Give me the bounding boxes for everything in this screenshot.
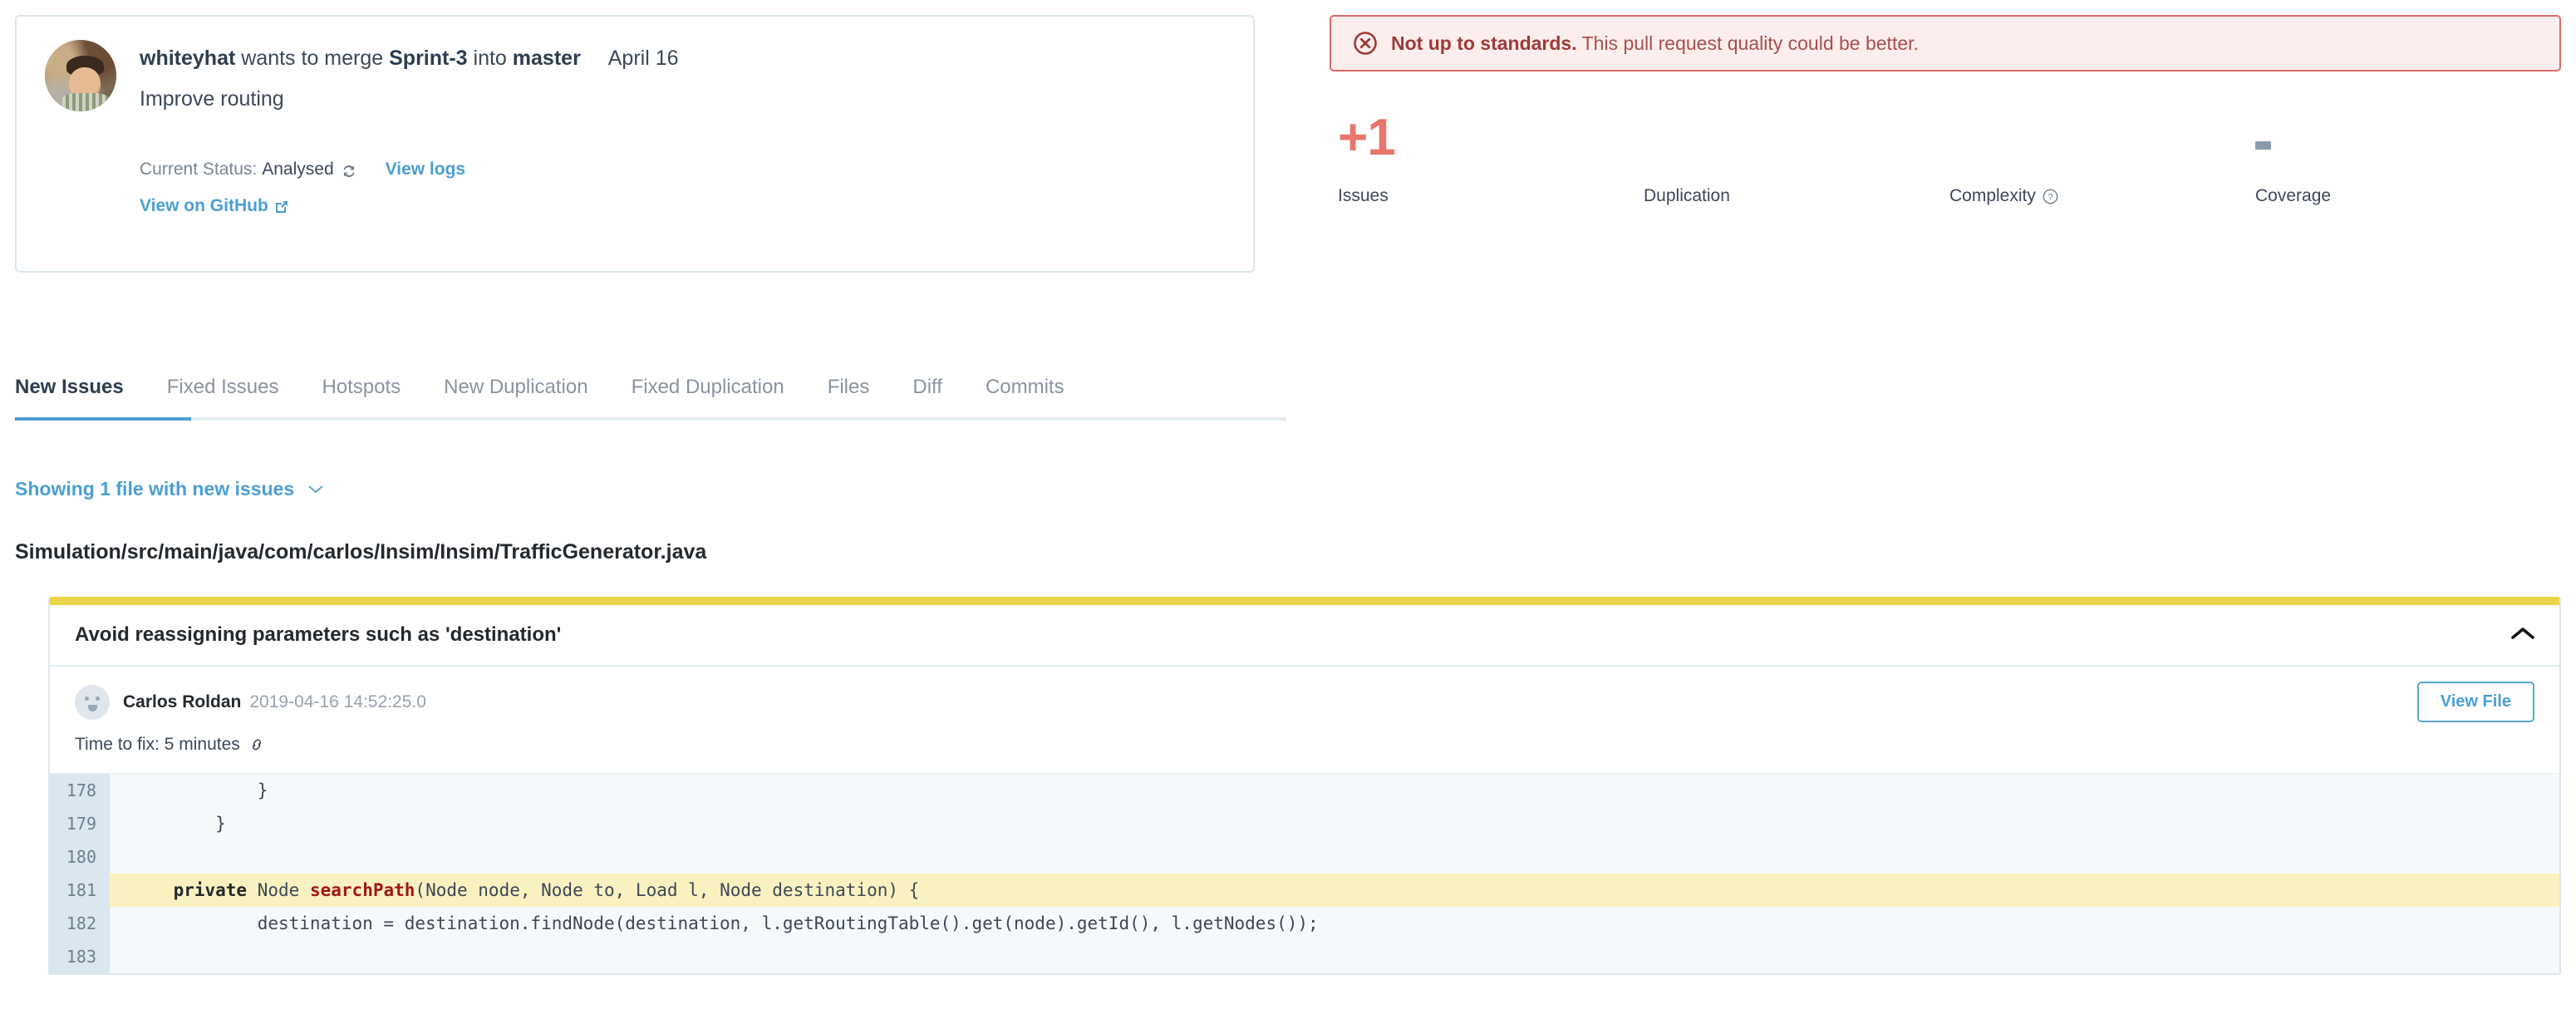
help-circle-icon[interactable]: ? bbox=[2043, 189, 2058, 204]
line-number: 180 bbox=[50, 840, 110, 874]
pr-author-name: whiteyhat bbox=[140, 47, 236, 70]
issue-severity-bar bbox=[50, 597, 2559, 605]
active-tab-indicator bbox=[15, 417, 191, 421]
tab-fixed-duplication[interactable]: Fixed Duplication bbox=[632, 376, 784, 417]
code-line: 180 bbox=[50, 840, 2559, 874]
issue-title: Avoid reassigning parameters such as 'de… bbox=[75, 623, 562, 646]
issue-body: Carlos Roldan 2019-04-16 14:52:25.0 View… bbox=[50, 667, 2559, 973]
pr-into-text: into bbox=[473, 47, 507, 70]
showing-files-label: Showing 1 file with new issues bbox=[15, 478, 295, 500]
pr-date: April 16 bbox=[607, 47, 679, 70]
metric-issues: +1 Issues bbox=[1338, 109, 1644, 206]
tab-new-issues[interactable]: New Issues bbox=[15, 376, 124, 417]
status-label: Current Status: bbox=[140, 160, 258, 179]
metric-issues-label: Issues bbox=[1338, 186, 1389, 205]
tab-hotspots[interactable]: Hotspots bbox=[322, 376, 401, 417]
view-file-button[interactable]: View File bbox=[2416, 682, 2534, 722]
code-line-highlighted: 181 private Node searchPath(Node node, N… bbox=[50, 874, 2559, 907]
line-content: } bbox=[131, 814, 226, 834]
pr-action-text: wants to merge bbox=[241, 47, 384, 70]
line-number: 182 bbox=[50, 907, 110, 940]
line-number: 179 bbox=[50, 807, 110, 840]
tab-new-duplication[interactable]: New Duplication bbox=[444, 376, 587, 417]
chevron-down-icon[interactable] bbox=[307, 476, 323, 499]
refresh-icon[interactable] bbox=[341, 163, 357, 180]
line-number: 178 bbox=[50, 774, 110, 807]
metric-complexity-label: Complexity bbox=[1949, 186, 2036, 205]
default-avatar-icon bbox=[75, 685, 110, 720]
line-number: 181 bbox=[50, 874, 110, 907]
external-link-icon[interactable] bbox=[274, 199, 289, 214]
tabs-underline bbox=[15, 417, 1286, 421]
code-line: 183 bbox=[50, 940, 2559, 973]
author-avatar bbox=[45, 40, 116, 111]
issue-author-name: Carlos Roldan bbox=[123, 692, 242, 711]
quality-metrics-row: +1 Issues Duplication Complexity ? Cover… bbox=[1330, 109, 2561, 206]
time-to-fix-label: Time to fix: 5 minutes bbox=[75, 735, 240, 754]
pr-target-branch: master bbox=[512, 47, 581, 70]
chain-link-icon[interactable] bbox=[248, 736, 265, 753]
line-number: 183 bbox=[50, 940, 110, 973]
view-on-github-link[interactable]: View on GitHub bbox=[140, 196, 268, 216]
analysis-status-row: Current Status: Analysed View logs bbox=[140, 160, 1225, 180]
metric-complexity: Complexity ? bbox=[1949, 116, 2255, 206]
pull-request-summary-card: whiteyhat wants to merge Sprint-3 into m… bbox=[15, 15, 1255, 273]
code-snippet: 178 } 179 } 180 181 private Node searchP… bbox=[50, 773, 2559, 973]
quality-alert-banner: Not up to standards. This pull request q… bbox=[1330, 15, 2561, 71]
pull-request-headline: whiteyhat wants to merge Sprint-3 into m… bbox=[140, 45, 679, 73]
metric-coverage-label: Coverage bbox=[2255, 186, 2332, 205]
tab-diff[interactable]: Diff bbox=[912, 376, 942, 417]
dash-icon bbox=[2255, 141, 2271, 150]
line-content: } bbox=[131, 780, 268, 800]
alert-message: This pull request quality could be bette… bbox=[1581, 32, 1919, 54]
svg-text:?: ? bbox=[2048, 192, 2052, 202]
view-logs-link[interactable]: View logs bbox=[386, 160, 465, 180]
tab-commits[interactable]: Commits bbox=[986, 376, 1064, 417]
metric-duplication-label: Duplication bbox=[1644, 186, 1730, 205]
tab-fixed-issues[interactable]: Fixed Issues bbox=[167, 376, 279, 417]
file-path-heading: Simulation/src/main/java/com/carlos/Insi… bbox=[15, 540, 707, 564]
issue-author-row: Carlos Roldan 2019-04-16 14:52:25.0 bbox=[75, 685, 2534, 720]
status-value: Analysed bbox=[262, 160, 334, 179]
plus-one-indicator: +1 bbox=[1338, 109, 1396, 166]
issue-card: Avoid reassigning parameters such as 'de… bbox=[48, 597, 2561, 975]
tab-files[interactable]: Files bbox=[828, 376, 870, 417]
line-content: private Node searchPath(Node node, Node … bbox=[173, 880, 920, 900]
pr-source-branch: Sprint-3 bbox=[389, 47, 468, 70]
pull-request-quality-page: whiteyhat wants to merge Sprint-3 into m… bbox=[0, 0, 2576, 1014]
metric-coverage: Coverage bbox=[2255, 116, 2561, 206]
quality-summary-panel: Not up to standards. This pull request q… bbox=[1330, 15, 2561, 206]
code-line: 179 } bbox=[50, 807, 2559, 840]
pull-request-title: Improve routing bbox=[140, 86, 284, 111]
code-line: 178 } bbox=[50, 774, 2559, 807]
metric-duplication: Duplication bbox=[1644, 116, 1949, 206]
issue-timestamp: 2019-04-16 14:52:25.0 bbox=[249, 692, 426, 711]
showing-files-filter[interactable]: Showing 1 file with new issues bbox=[15, 478, 323, 500]
error-circle-icon bbox=[1353, 31, 1378, 56]
chevron-up-icon[interactable] bbox=[2511, 627, 2534, 644]
code-line: 182 destination = destination.findNode(d… bbox=[50, 907, 2559, 940]
time-to-fix-row: Time to fix: 5 minutes bbox=[75, 735, 2534, 755]
alert-headline: Not up to standards. bbox=[1391, 32, 1577, 54]
issue-header[interactable]: Avoid reassigning parameters such as 'de… bbox=[50, 605, 2559, 667]
line-content: destination = destination.findNode(desti… bbox=[131, 913, 1319, 933]
content-tabs: New Issues Fixed Issues Hotspots New Dup… bbox=[15, 376, 1286, 421]
